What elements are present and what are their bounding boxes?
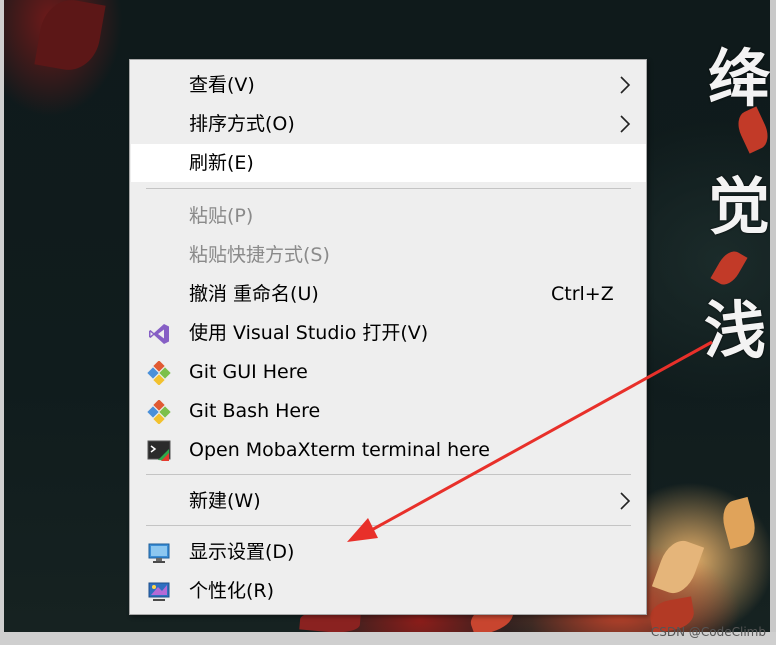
- display-settings-icon: [148, 543, 170, 563]
- git-icon: [147, 361, 171, 385]
- desktop[interactable]: 绛 觉 浅 CSDN @CodeClimb 查看(V) 排序方式(O) 刷新(E…: [0, 0, 776, 645]
- menu-item-label: 排序方式(O): [189, 113, 295, 135]
- desktop-context-menu: 查看(V) 排序方式(O) 刷新(E) 粘贴(P) 粘贴快捷方式(S) 撤消 重…: [129, 59, 647, 615]
- menu-item-label: 粘贴(P): [189, 205, 254, 227]
- menu-item-label: 查看(V): [189, 74, 255, 96]
- mobaxterm-icon: [147, 440, 171, 461]
- wallpaper-calligraphy: 浅: [704, 294, 767, 367]
- window-edge: [0, 0, 4, 632]
- chevron-right-icon: [620, 115, 631, 133]
- menu-item-new[interactable]: 新建(W): [131, 482, 646, 520]
- menu-separator: [146, 474, 631, 475]
- menu-item-label: 使用 Visual Studio 打开(V): [189, 322, 429, 344]
- menu-item-sort-by[interactable]: 排序方式(O): [131, 105, 646, 143]
- menu-separator: [146, 188, 631, 189]
- menu-item-label: 新建(W): [189, 490, 261, 512]
- menu-item-shortcut: Ctrl+Z: [551, 283, 614, 305]
- menu-item-label: 个性化(R): [189, 580, 275, 602]
- menu-item-open-visual-studio[interactable]: 使用 Visual Studio 打开(V): [131, 314, 646, 352]
- menu-item-refresh[interactable]: 刷新(E): [131, 144, 646, 182]
- menu-item-label: 粘贴快捷方式(S): [189, 244, 330, 266]
- menu-item-personalize[interactable]: 个性化(R): [131, 572, 646, 610]
- git-icon: [147, 400, 171, 424]
- wallpaper-calligraphy: 绛: [708, 42, 771, 115]
- menu-item-paste[interactable]: 粘贴(P): [131, 197, 646, 235]
- menu-item-display-settings[interactable]: 显示设置(D): [131, 533, 646, 571]
- watermark: CSDN @CodeClimb: [650, 625, 766, 639]
- menu-item-label: 撤消 重命名(U): [189, 283, 319, 305]
- chevron-right-icon: [620, 76, 631, 94]
- menu-item-label: Open MobaXterm terminal here: [189, 439, 490, 461]
- chevron-right-icon: [620, 492, 631, 510]
- menu-item-undo-rename[interactable]: 撤消 重命名(U) Ctrl+Z: [131, 275, 646, 313]
- menu-item-view[interactable]: 查看(V): [131, 66, 646, 104]
- menu-item-label: Git Bash Here: [189, 400, 321, 422]
- menu-item-paste-shortcut[interactable]: 粘贴快捷方式(S): [131, 236, 646, 274]
- menu-separator: [146, 525, 631, 526]
- visual-studio-icon: [149, 324, 169, 344]
- menu-item-label: 显示设置(D): [189, 541, 295, 563]
- menu-item-label: Git GUI Here: [189, 361, 308, 383]
- menu-item-label: 刷新(E): [189, 152, 254, 174]
- menu-item-git-gui-here[interactable]: Git GUI Here: [131, 353, 646, 391]
- window-edge: [770, 0, 776, 645]
- menu-item-open-mobaxterm[interactable]: Open MobaXterm terminal here: [131, 431, 646, 469]
- wallpaper-calligraphy: 觉: [708, 170, 771, 243]
- menu-item-git-bash-here[interactable]: Git Bash Here: [131, 392, 646, 430]
- personalize-icon: [148, 582, 170, 601]
